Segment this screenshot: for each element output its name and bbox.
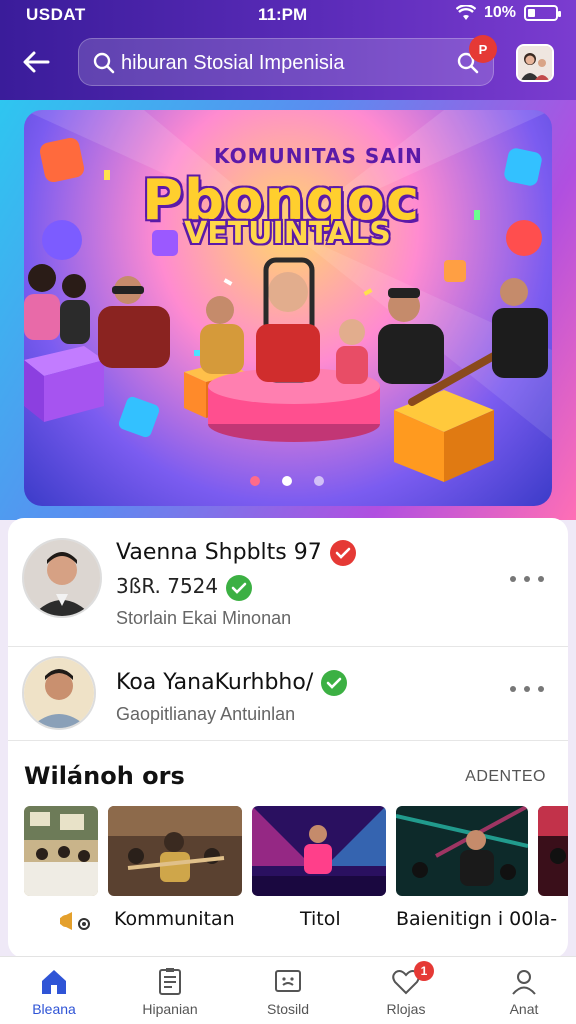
user-row-2[interactable]: Koa YanaKurhbho/ Gaopitlianay Antuinlan <box>8 648 568 740</box>
home-icon <box>42 970 66 994</box>
banner-title-sub: VETUINTALS <box>184 216 391 251</box>
verified-badge-icon <box>329 540 356 566</box>
user-name-2-text: Koa YanaKurhbho/ <box>116 670 314 695</box>
more-options-icon[interactable] <box>510 684 544 694</box>
thumbnail-1[interactable] <box>24 806 98 896</box>
thumbnail-3[interactable] <box>252 806 386 896</box>
nav-favorites[interactable]: 1 Rlojas <box>356 961 456 1023</box>
search-icon <box>93 52 115 74</box>
search-bar[interactable]: P <box>78 35 497 86</box>
hero-banner[interactable]: KOMUNITAS SAIN Pbongoc VETUINTALS <box>24 110 552 506</box>
carousel-dot-3[interactable] <box>314 476 324 486</box>
status-right: 10% <box>455 4 561 22</box>
banner-title-small: KOMUNITAS SAIN <box>214 144 423 168</box>
section-title: Wilánoh ors <box>24 762 185 790</box>
carousel-dot-1[interactable] <box>250 476 260 486</box>
back-arrow-icon[interactable] <box>20 46 52 78</box>
content-card: Vaenna Shpblts 97 3ßR. 7524 Storlain Eka… <box>8 518 568 958</box>
verified-badge-icon <box>321 670 348 696</box>
user-name-1-text: Vaenna Shpblts 97 <box>116 540 322 565</box>
nav-favorites-badge: 1 <box>414 961 434 981</box>
check-badge-icon <box>226 574 253 601</box>
top-app-bar: USDAT 11:PM 10% P <box>0 0 576 100</box>
nav-chat-label: Stosild <box>266 1001 310 1017</box>
status-bar: USDAT 11:PM 10% <box>0 0 576 28</box>
carousel-dot-2[interactable] <box>282 476 292 486</box>
divider <box>8 740 568 741</box>
battery-icon <box>524 5 561 21</box>
more-options-icon[interactable] <box>510 574 544 584</box>
nav-chat[interactable]: Stosild <box>238 967 338 1023</box>
nav-document-label: Hipanian <box>142 1001 198 1017</box>
user-avatar-2[interactable] <box>22 656 96 730</box>
nav-home-label: Bleana <box>32 1001 76 1017</box>
wifi-icon <box>455 5 476 20</box>
user-stat-1: 3ßR. 7524 <box>116 574 253 601</box>
user-stat-1-text: 3ßR. 7524 <box>116 574 219 598</box>
carrier-text: USDAT <box>26 5 86 24</box>
chat-box-icon <box>275 970 301 992</box>
profile-avatar[interactable] <box>516 44 554 82</box>
section-see-all-link[interactable]: ADENTEO <box>465 768 546 786</box>
megaphone-icon[interactable] <box>58 908 92 934</box>
user-subtitle-1: Storlain Ekai Minonan <box>116 608 292 628</box>
person-photo-icon <box>24 540 100 616</box>
nav-profile[interactable]: Anat <box>474 967 574 1023</box>
person-photo-icon <box>24 658 94 728</box>
clock-text: 11:PM <box>258 5 308 24</box>
thumbnail-strip[interactable] <box>24 806 568 898</box>
bottom-navigation: Bleana Hipanian Stosild 1 Rlojas Anat <box>0 956 576 1024</box>
thumbnail-label-2[interactable]: Titol <box>300 908 341 930</box>
document-icon <box>159 968 181 995</box>
nav-profile-label: Anat <box>509 1001 539 1017</box>
user-name-1[interactable]: Vaenna Shpblts 97 <box>116 540 356 566</box>
thumbnail-4[interactable] <box>396 806 528 896</box>
nav-home[interactable]: Bleana <box>4 967 104 1023</box>
battery-text: 10% <box>483 4 516 21</box>
user-avatar-1[interactable] <box>22 538 102 618</box>
user-row-1[interactable]: Vaenna Shpblts 97 3ßR. 7524 Storlain Eka… <box>8 518 568 646</box>
thumbnail-label-3[interactable]: Baienitign i 00la- <box>396 908 557 930</box>
thumbnail-5[interactable] <box>538 806 568 896</box>
avatar-photo-icon <box>518 46 552 80</box>
nav-document[interactable]: Hipanian <box>120 967 220 1023</box>
nav-favorites-label: Rlojas <box>386 1001 426 1017</box>
profile-icon <box>512 970 536 995</box>
search-input[interactable] <box>121 47 441 79</box>
user-name-2[interactable]: Koa YanaKurhbho/ <box>116 670 348 696</box>
carousel-dots <box>250 476 324 486</box>
divider <box>8 646 568 647</box>
thumbnail-labels: Kommunitan Titol Baienitign i 00la- <box>8 908 568 938</box>
thumbnail-2[interactable] <box>108 806 242 896</box>
thumbnail-label-1[interactable]: Kommunitan <box>114 908 235 930</box>
notification-badge[interactable]: P <box>469 35 497 63</box>
battery-level <box>528 9 535 17</box>
user-subtitle-2: Gaopitlianay Antuinlan <box>116 704 296 724</box>
